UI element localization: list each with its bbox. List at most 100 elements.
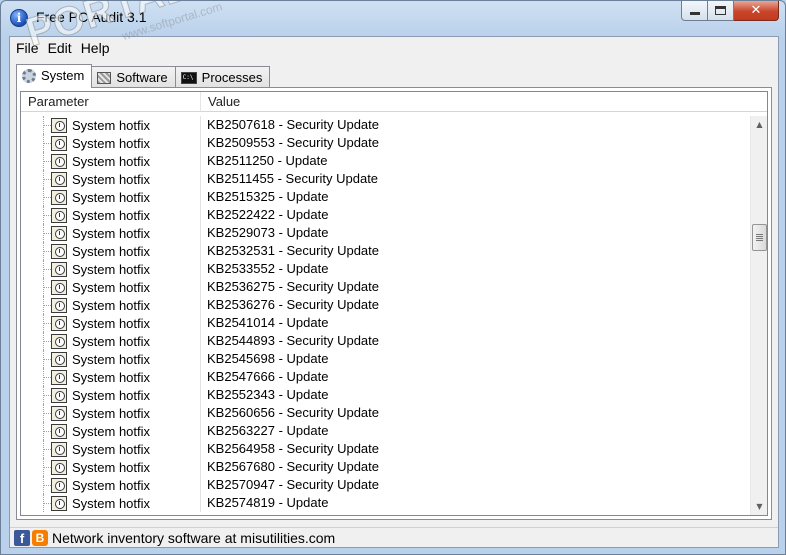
blogger-icon[interactable]: B <box>32 529 48 546</box>
table-row[interactable]: System hotfix KB2545698 - Update <box>21 350 747 368</box>
tree-branch <box>43 485 51 486</box>
tab-software[interactable]: Software <box>91 66 176 88</box>
tree-branch <box>43 377 51 378</box>
tree-branch <box>43 323 51 324</box>
table-row[interactable]: System hotfix KB2536276 - Security Update <box>21 296 747 314</box>
tree-branch <box>43 287 51 288</box>
parameter-text: System hotfix <box>72 459 151 475</box>
vertical-scrollbar[interactable]: ▲ ▼ <box>750 116 767 515</box>
menu-edit[interactable]: Edit <box>45 37 75 59</box>
table-row[interactable]: System hotfix KB2509553 - Security Update <box>21 134 747 152</box>
table-row[interactable]: System hotfix KB2544893 - Security Update <box>21 332 747 350</box>
value-text: KB2522422 - Update <box>207 207 329 222</box>
table-row[interactable]: System hotfix KB2515325 - Update <box>21 188 747 206</box>
table-row[interactable]: System hotfix KB2536275 - Security Update <box>21 278 747 296</box>
parameter-text: System hotfix <box>72 441 151 457</box>
scroll-thumb[interactable] <box>752 224 767 251</box>
list-header: Parameter Value <box>21 92 767 112</box>
parameter-list[interactable]: Parameter Value System hotfix KB2507618 -… <box>20 91 768 516</box>
close-button[interactable]: ✕ <box>734 1 779 21</box>
cell-parameter: System hotfix <box>21 134 201 152</box>
value-text: KB2563227 - Update <box>207 423 329 438</box>
hotfix-icon <box>51 279 67 295</box>
hotfix-icon <box>51 189 67 205</box>
table-row[interactable]: System hotfix KB2507618 - Security Update <box>21 116 747 134</box>
table-row[interactable]: System hotfix KB2560656 - Security Update <box>21 404 747 422</box>
table-row[interactable]: System hotfix KB2547666 - Update <box>21 368 747 386</box>
menu-file[interactable]: File <box>13 37 42 59</box>
status-link[interactable]: Network inventory software at misutiliti… <box>52 530 335 546</box>
value-text: KB2560656 - Security Update <box>207 405 379 420</box>
table-row[interactable]: System hotfix KB2563227 - Update <box>21 422 747 440</box>
minimize-button[interactable] <box>681 1 708 21</box>
tree-branch <box>43 161 51 162</box>
cell-parameter: System hotfix <box>21 350 201 368</box>
value-text: KB2552343 - Update <box>207 387 329 402</box>
status-bar: f B Network inventory software at misuti… <box>10 527 778 547</box>
value-text: KB2564958 - Security Update <box>207 441 379 456</box>
cell-parameter: System hotfix <box>21 404 201 422</box>
app-info-icon[interactable]: i <box>10 9 28 27</box>
hotfix-icon <box>51 441 67 457</box>
hotfix-icon <box>51 351 67 367</box>
hotfix-icon <box>51 207 67 223</box>
tree-branch <box>43 431 51 432</box>
tree-branch <box>43 413 51 414</box>
parameter-text: System hotfix <box>72 423 151 439</box>
list-rows: System hotfix KB2507618 - Security Update… <box>21 116 747 512</box>
table-row[interactable]: System hotfix KB2570947 - Security Update <box>21 476 747 494</box>
cell-parameter: System hotfix <box>21 260 201 278</box>
value-text: KB2544893 - Security Update <box>207 333 379 348</box>
hotfix-icon <box>51 297 67 313</box>
table-row[interactable]: System hotfix KB2552343 - Update <box>21 386 747 404</box>
value-text: KB2511455 - Security Update <box>207 171 379 186</box>
title-bar[interactable]: i Free PC Audit 3.1 ✕ <box>1 1 785 35</box>
table-row[interactable]: System hotfix KB2511455 - Security Update <box>21 170 747 188</box>
table-row[interactable]: System hotfix KB2532531 - Security Update <box>21 242 747 260</box>
hotfix-icon <box>51 117 67 133</box>
column-header-parameter[interactable]: Parameter <box>21 92 201 112</box>
menu-bar: File Edit Help <box>10 37 778 59</box>
parameter-text: System hotfix <box>72 369 151 385</box>
hotfix-icon <box>51 459 67 475</box>
tree-branch <box>43 467 51 468</box>
hotfix-icon <box>51 315 67 331</box>
tree-branch <box>43 215 51 216</box>
table-row[interactable]: System hotfix KB2511250 - Update <box>21 152 747 170</box>
parameter-text: System hotfix <box>72 279 151 295</box>
parameter-text: System hotfix <box>72 261 151 277</box>
facebook-icon[interactable]: f <box>14 529 30 546</box>
hotfix-icon <box>51 423 67 439</box>
hotfix-icon <box>51 369 67 385</box>
cell-parameter: System hotfix <box>21 386 201 404</box>
parameter-text: System hotfix <box>72 495 151 511</box>
table-row[interactable]: System hotfix KB2574819 - Update <box>21 494 747 512</box>
tree-branch <box>43 233 51 234</box>
parameter-text: System hotfix <box>72 153 151 169</box>
cell-parameter: System hotfix <box>21 296 201 314</box>
tab-processes[interactable]: C:\ Processes <box>174 66 271 88</box>
tree-branch <box>43 359 51 360</box>
table-row[interactable]: System hotfix KB2564958 - Security Update <box>21 440 747 458</box>
tab-system[interactable]: System <box>16 64 93 88</box>
cell-parameter: System hotfix <box>21 278 201 296</box>
cell-parameter: System hotfix <box>21 422 201 440</box>
maximize-button[interactable] <box>708 1 734 21</box>
menu-help[interactable]: Help <box>78 37 113 59</box>
app-window: i Free PC Audit 3.1 ✕ PORTAL www.softpor… <box>0 0 786 555</box>
scroll-up-arrow[interactable]: ▲ <box>751 116 767 133</box>
value-text: KB2533552 - Update <box>207 261 329 276</box>
table-row[interactable]: System hotfix KB2529073 - Update <box>21 224 747 242</box>
software-icon <box>97 71 112 84</box>
parameter-text: System hotfix <box>72 351 151 367</box>
table-row[interactable]: System hotfix KB2522422 - Update <box>21 206 747 224</box>
cell-parameter: System hotfix <box>21 188 201 206</box>
table-row[interactable]: System hotfix KB2533552 - Update <box>21 260 747 278</box>
table-row[interactable]: System hotfix KB2567680 - Security Update <box>21 458 747 476</box>
value-text: KB2574819 - Update <box>207 495 329 510</box>
table-row[interactable]: System hotfix KB2541014 - Update <box>21 314 747 332</box>
tab-system-label: System <box>41 68 85 83</box>
column-header-value[interactable]: Value <box>201 92 767 112</box>
scroll-down-arrow[interactable]: ▼ <box>751 498 767 515</box>
parameter-text: System hotfix <box>72 117 151 133</box>
